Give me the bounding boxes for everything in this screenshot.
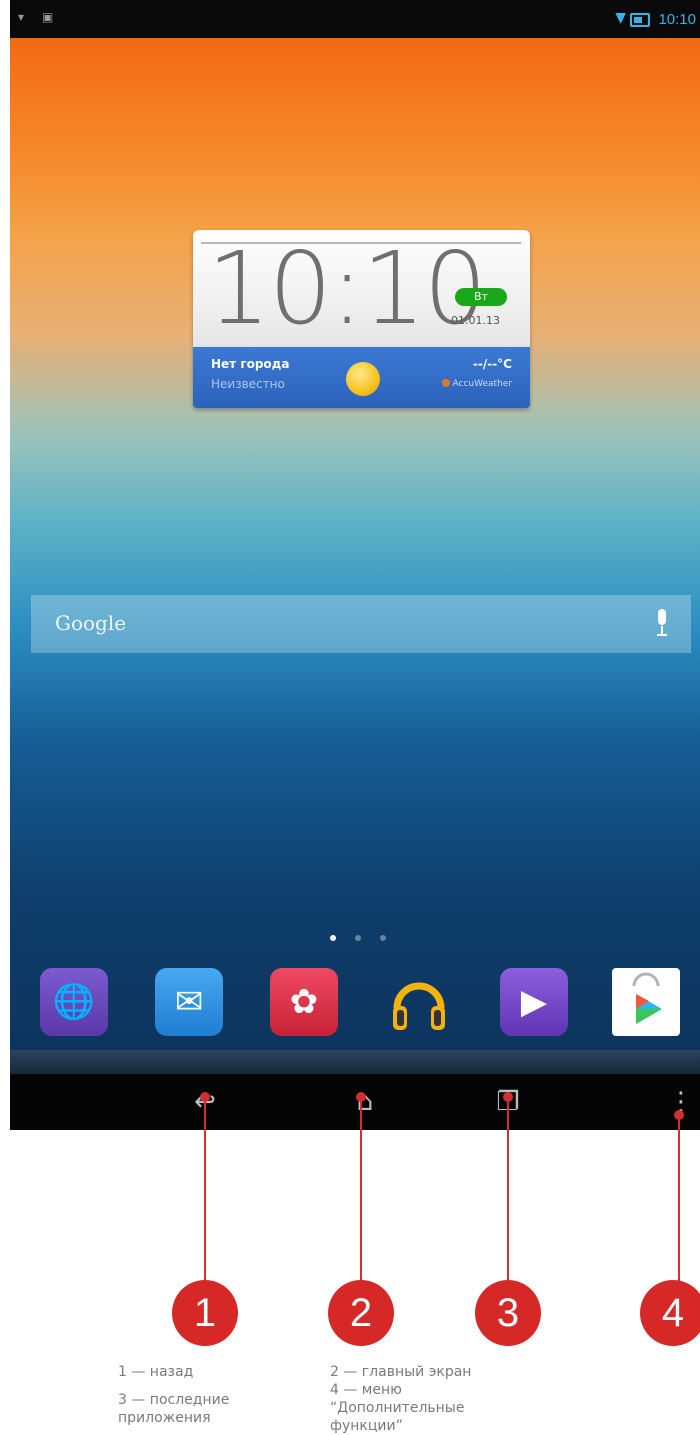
weather-temperature: --/--°C [472,357,512,371]
dock: 🌐 ✉ ✿ ▶ [10,960,700,1050]
status-clock: 10:10 [658,11,696,28]
legend-recent-line1: 3 — последние [118,1392,230,1408]
tablet-screen: ▾ ▣ ▼ 10:10 10:10 Вт 01.01.13 Нет города… [10,0,700,1130]
navigation-bar: ↩ ⌂ ❐ ⋮ [10,1074,700,1130]
legend-recent-line2: приложения [118,1410,211,1426]
screenshot-icon: ▣ [42,10,54,24]
browser-icon[interactable]: 🌐 [40,968,108,1036]
status-bar: ▾ ▣ ▼ 10:10 [10,0,700,38]
wifi-icon: ▼ [615,10,626,26]
page-dot [355,935,361,941]
play-store-icon[interactable] [612,968,680,1036]
page-indicator [330,935,390,945]
callout-marker-4: 4 [640,1280,700,1346]
day-badge: Вт [455,288,507,306]
callout-line [204,1097,206,1282]
callout-line [360,1097,362,1282]
legend-back: 1 — назад [118,1364,194,1380]
callout-marker-2: 2 [328,1280,394,1346]
legend-menu-line2: “Дополнительные [330,1400,465,1416]
legend-home: 2 — главный экран [330,1364,472,1380]
callout-line [678,1115,680,1282]
callout-marker-1: 1 [172,1280,238,1346]
legend-menu-line1: 4 — меню [330,1382,402,1398]
clock-weather-widget[interactable]: 10:10 Вт 01.01.13 Нет города Неизвестно … [193,230,530,408]
dock-shelf [10,1050,700,1074]
legend-menu-line3: функции” [330,1418,403,1434]
video-player-icon[interactable]: ▶ [500,968,568,1036]
widget-time: 10:10 [207,230,487,347]
gallery-icon[interactable]: ✿ [270,968,338,1036]
search-label: Google [55,611,127,635]
music-headphones-icon[interactable] [385,968,453,1036]
notification-icon: ▾ [18,10,25,24]
clock-panel: 10:10 Вт 01.01.13 [193,230,530,347]
page-dot-active [330,935,336,941]
widget-date: 01.01.13 [451,314,500,327]
microphone-icon[interactable] [655,609,669,639]
google-search-bar[interactable]: Google [31,595,691,653]
callout-marker-3: 3 [475,1280,541,1346]
weather-condition: Неизвестно [211,377,285,391]
sun-icon [346,362,380,396]
weather-provider: AccuWeather [442,379,513,389]
weather-city: Нет города [211,357,290,371]
home-icon[interactable]: ⌂ [345,1084,385,1120]
battery-icon [630,13,650,27]
callout-line [507,1097,509,1282]
weather-panel: Нет города Неизвестно --/--°C AccuWeathe… [193,347,530,408]
page-dot [380,935,386,941]
email-icon[interactable]: ✉ [155,968,223,1036]
